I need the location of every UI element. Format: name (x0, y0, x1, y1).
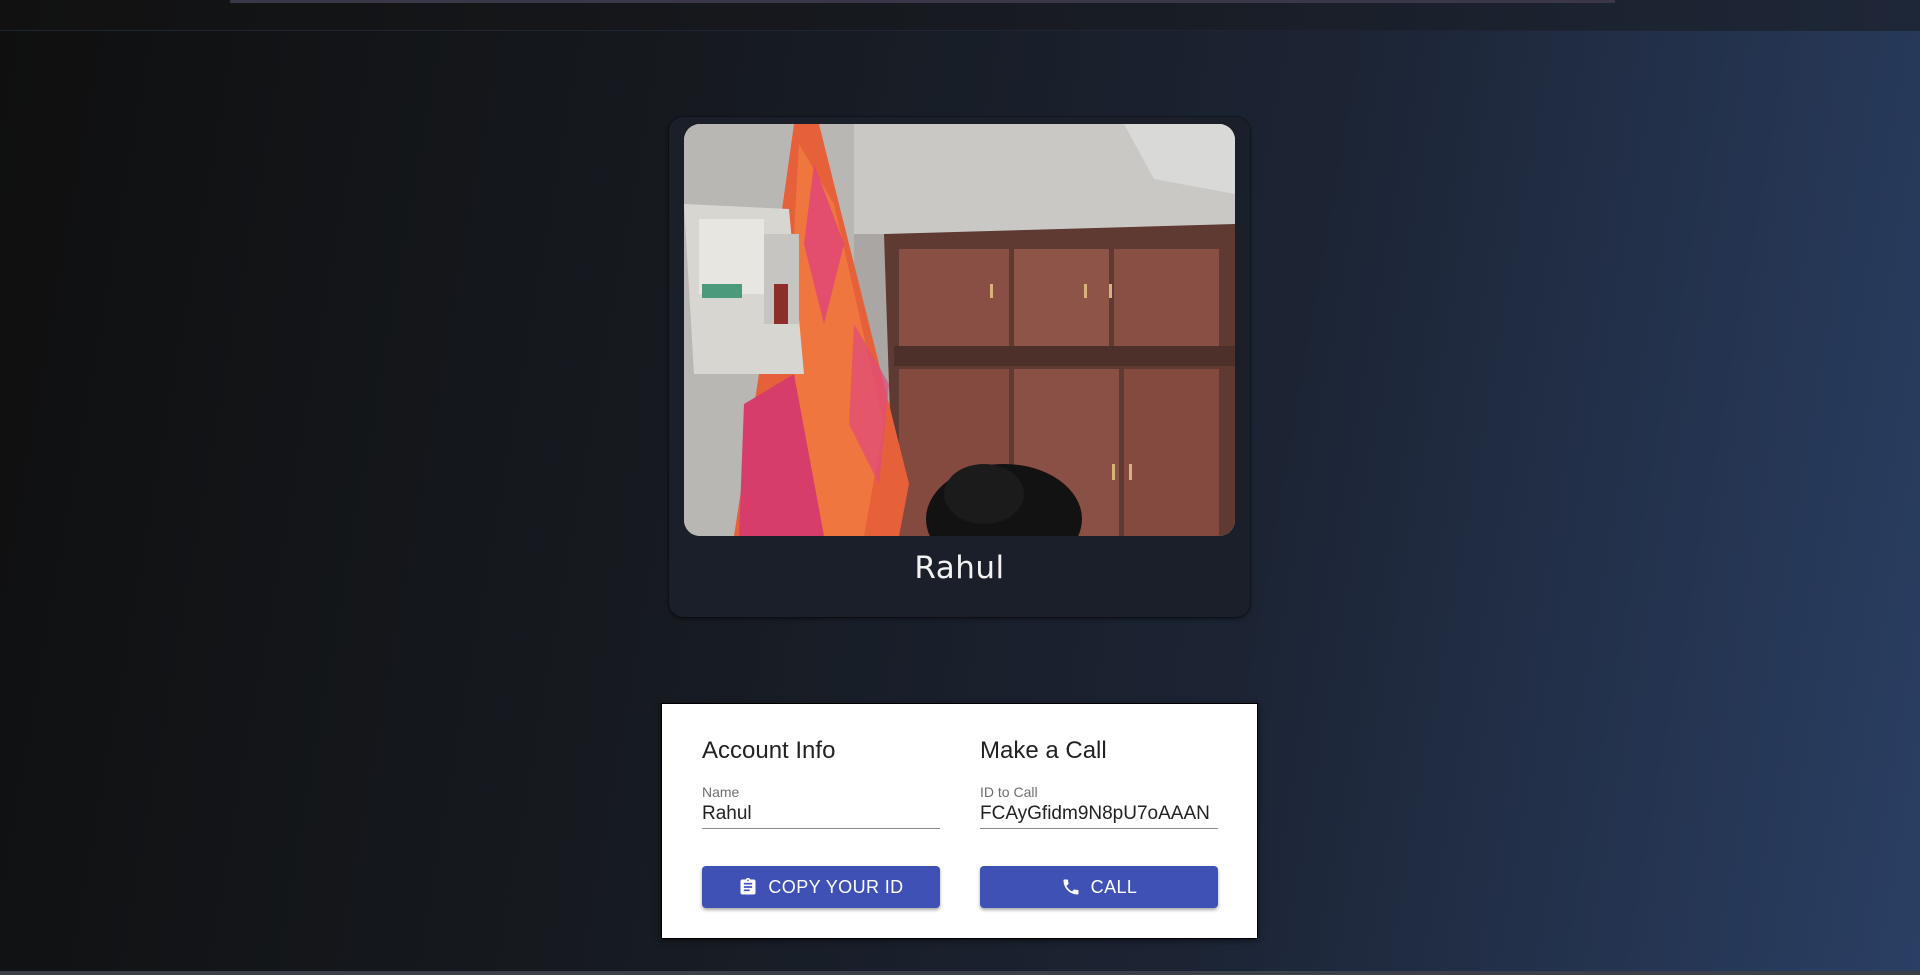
copy-id-button-label: COPY YOUR ID (768, 876, 904, 897)
id-to-call-label: ID to Call (980, 784, 1038, 800)
options-panel: Account Info Name COPY YOUR ID Make a Ca… (661, 703, 1258, 939)
name-input[interactable] (702, 800, 940, 829)
top-bar (0, 0, 1920, 31)
call-button-label: CALL (1090, 876, 1138, 897)
name-label: Name (702, 784, 740, 800)
copy-id-button[interactable]: COPY YOUR ID (702, 866, 940, 908)
make-call-heading: Make a Call (980, 737, 1107, 764)
my-video-card: Rahul (669, 117, 1250, 617)
account-info-heading: Account Info (702, 737, 836, 764)
top-strip (230, 0, 1615, 3)
call-button[interactable]: CALL (980, 866, 1218, 908)
clipboard-icon (738, 877, 758, 897)
my-video-feed (684, 124, 1235, 536)
video-caller-name: Rahul (914, 550, 1005, 586)
phone-icon (1061, 877, 1081, 897)
id-to-call-input[interactable] (980, 800, 1218, 829)
bottom-edge (0, 971, 1920, 975)
